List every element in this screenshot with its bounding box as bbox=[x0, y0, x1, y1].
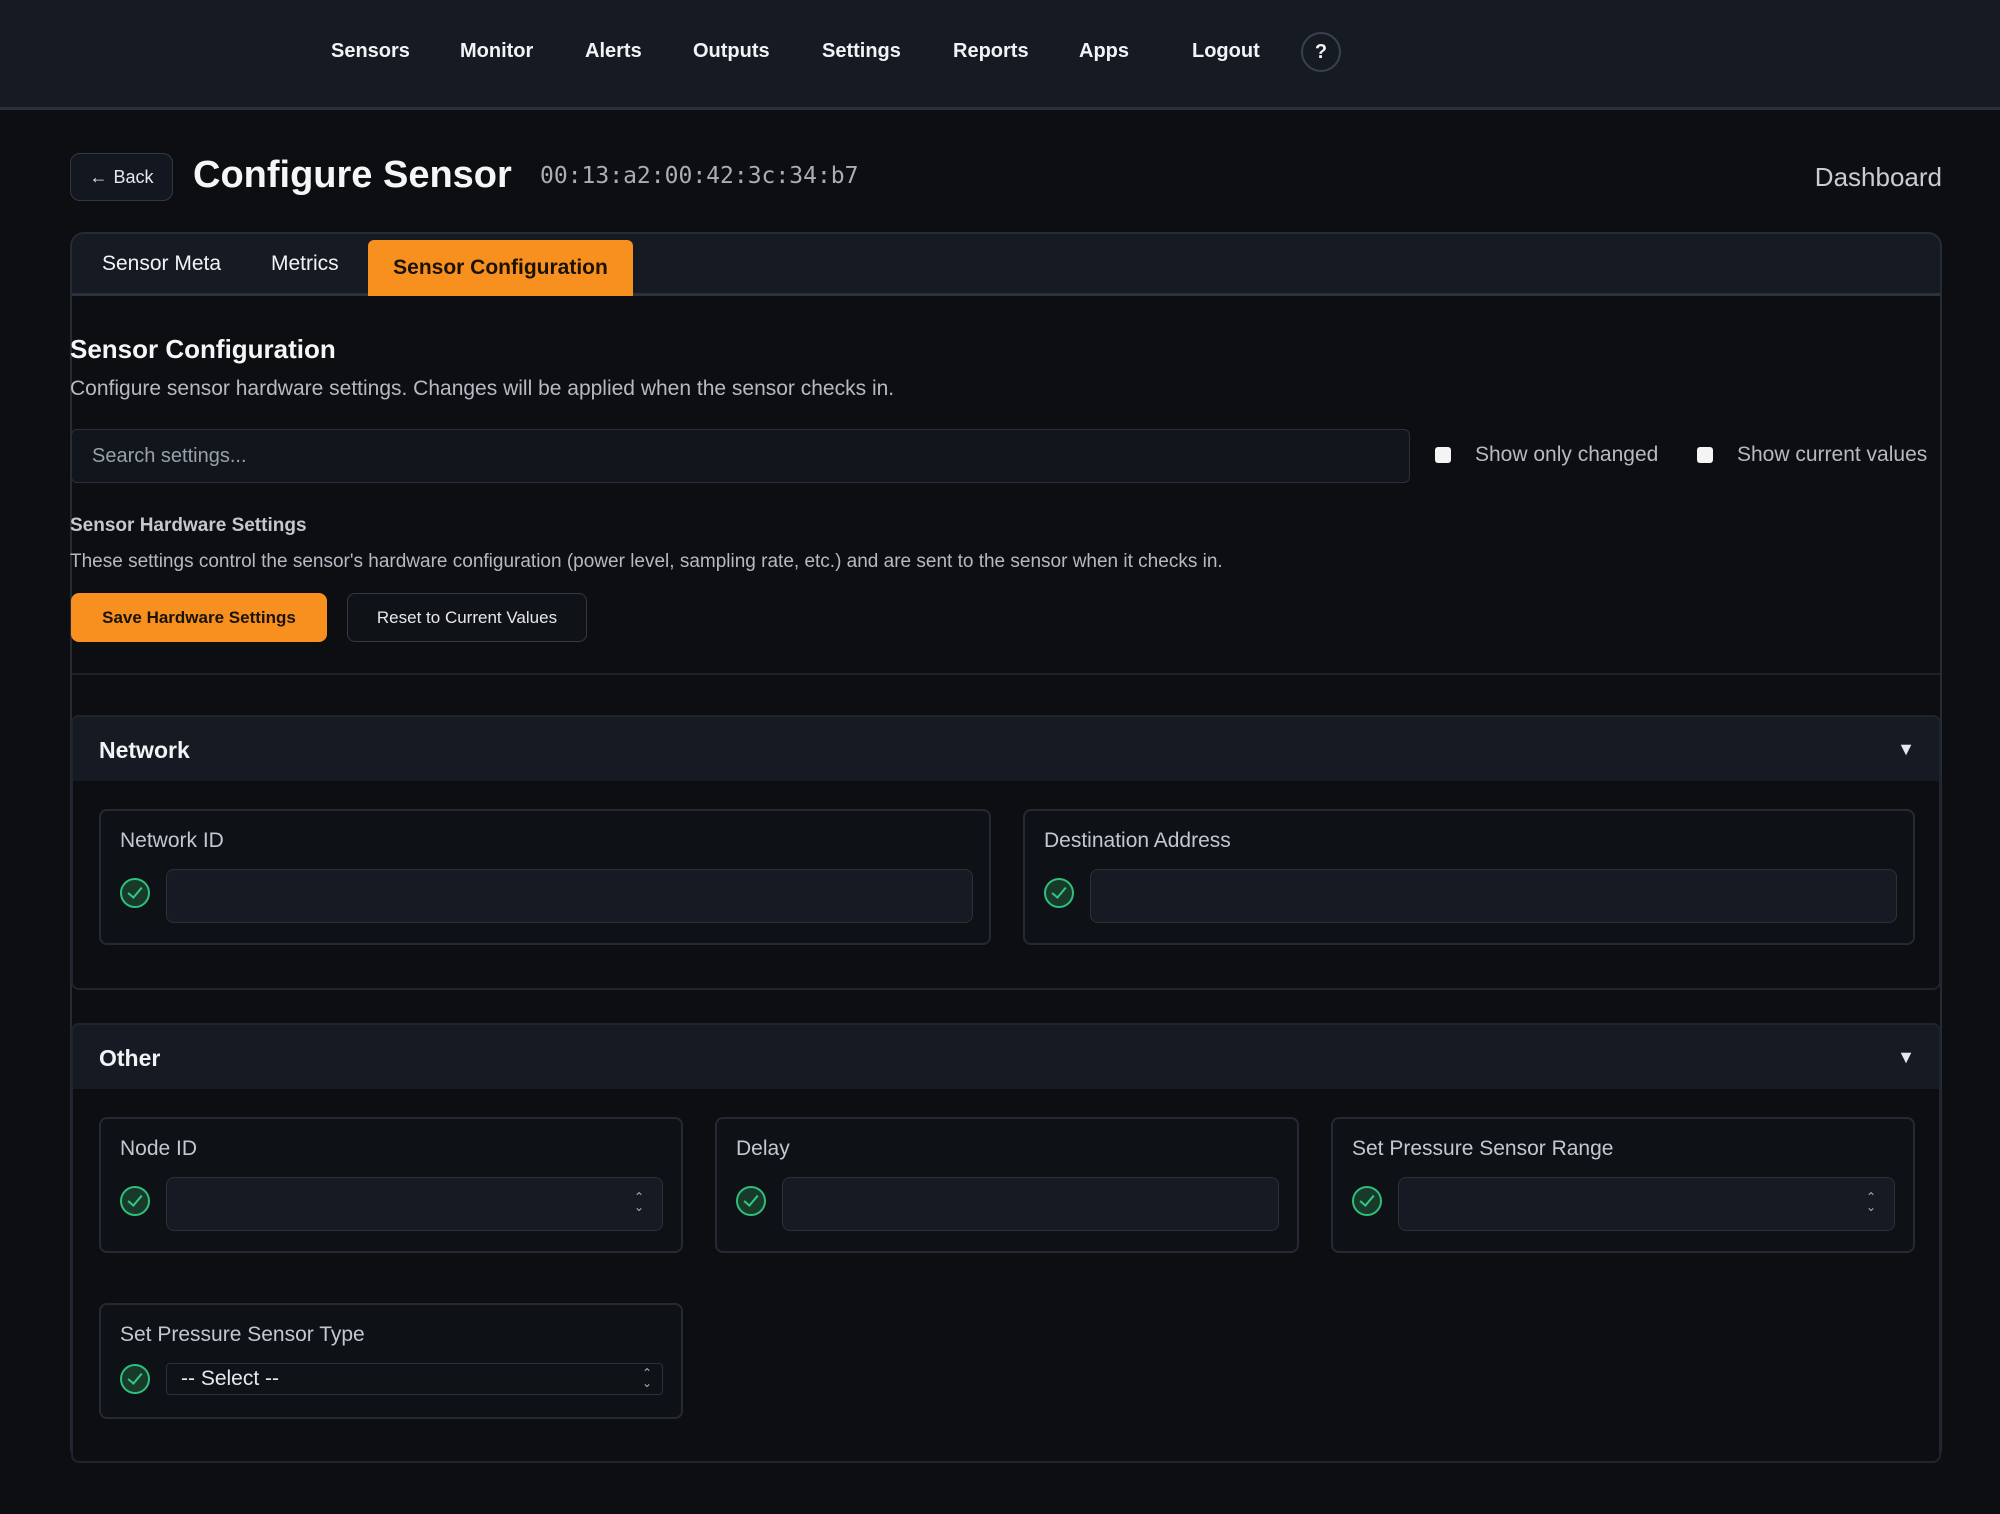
tab-sensor-meta[interactable]: Sensor Meta bbox=[102, 252, 221, 276]
check-circle-icon bbox=[120, 1186, 150, 1216]
back-label: Back bbox=[113, 166, 154, 187]
check-circle-icon bbox=[120, 1364, 150, 1394]
nav-reports[interactable]: Reports bbox=[953, 40, 1029, 63]
tab-sensor-configuration[interactable]: Sensor Configuration bbox=[368, 240, 633, 296]
group-title-other: Other bbox=[99, 1045, 161, 1071]
reset-to-current-values-button[interactable]: Reset to Current Values bbox=[347, 593, 587, 642]
caret-down-icon[interactable]: ▼ bbox=[1897, 739, 1915, 760]
pressure-sensor-type-select[interactable]: -- Select -- ⌃ ⌄ bbox=[166, 1363, 663, 1395]
select-value: -- Select -- bbox=[181, 1367, 280, 1390]
hardware-settings-title: Sensor Hardware Settings bbox=[70, 515, 307, 536]
field-set-pressure-sensor-range: Set Pressure Sensor Range ⌃ ⌄ bbox=[1331, 1117, 1915, 1253]
check-circle-icon bbox=[120, 878, 150, 908]
field-delay: Delay bbox=[715, 1117, 1299, 1253]
field-node-id: Node ID ⌃ ⌄ bbox=[99, 1117, 683, 1253]
section-description: Configure sensor hardware settings. Chan… bbox=[70, 377, 895, 400]
section-title: Sensor Configuration bbox=[70, 334, 336, 364]
group-header-other[interactable]: Other ▼ bbox=[73, 1025, 1939, 1089]
nav-outputs[interactable]: Outputs bbox=[693, 40, 770, 63]
hardware-settings-description: These settings control the sensor's hard… bbox=[70, 551, 1223, 572]
group-title-network: Network bbox=[99, 737, 190, 763]
stepper-icon[interactable]: ⌃ ⌄ bbox=[1866, 1191, 1876, 1216]
nav-monitor[interactable]: Monitor bbox=[460, 40, 533, 63]
nav-settings[interactable]: Settings bbox=[822, 40, 901, 63]
page-title: Configure Sensor bbox=[193, 154, 512, 196]
field-network-id: Network ID bbox=[99, 809, 991, 945]
tab-bar: Sensor Meta Metrics Sensor Configuration bbox=[72, 234, 1940, 296]
field-label: Destination Address bbox=[1044, 829, 1231, 852]
help-button[interactable]: ? bbox=[1301, 32, 1341, 72]
field-set-pressure-sensor-type: Set Pressure Sensor Type -- Select -- ⌃ ⌄ bbox=[99, 1303, 683, 1419]
sensor-mac-address: 00:13:a2:00:42:3c:34:b7 bbox=[540, 163, 859, 189]
select-chevron-icon: ⌃ ⌄ bbox=[642, 1366, 653, 1390]
nav-logout[interactable]: Logout bbox=[1192, 40, 1260, 63]
caret-down-icon[interactable]: ▼ bbox=[1897, 1047, 1915, 1068]
nav-alerts[interactable]: Alerts bbox=[585, 40, 642, 63]
destination-address-input[interactable] bbox=[1090, 869, 1897, 923]
group-other: Other ▼ Node ID ⌃ ⌄ Delay Set Pressure Se… bbox=[71, 1023, 1941, 1463]
field-label: Delay bbox=[736, 1137, 790, 1160]
search-input[interactable] bbox=[71, 429, 1410, 483]
top-nav: Sensors Monitor Alerts Outputs Settings … bbox=[0, 0, 2000, 110]
save-hardware-settings-button[interactable]: Save Hardware Settings bbox=[71, 593, 327, 642]
stepper-icon[interactable]: ⌃ ⌄ bbox=[634, 1191, 644, 1216]
check-circle-icon bbox=[1044, 878, 1074, 908]
back-button[interactable]: ← Back bbox=[70, 153, 173, 201]
network-id-input[interactable] bbox=[166, 869, 973, 923]
delay-input[interactable] bbox=[782, 1177, 1279, 1231]
nav-apps[interactable]: Apps bbox=[1079, 40, 1129, 63]
group-header-network[interactable]: Network ▼ bbox=[73, 717, 1939, 781]
show-current-values-label: Show current values bbox=[1737, 443, 1928, 466]
field-destination-address: Destination Address bbox=[1023, 809, 1915, 945]
check-circle-icon bbox=[1352, 1186, 1382, 1216]
check-circle-icon bbox=[736, 1186, 766, 1216]
dashboard-link[interactable]: Dashboard bbox=[1815, 162, 1942, 193]
field-label: Network ID bbox=[120, 829, 224, 852]
pressure-sensor-range-input[interactable]: ⌃ ⌄ bbox=[1398, 1177, 1895, 1231]
divider bbox=[72, 673, 1940, 675]
show-only-changed-label: Show only changed bbox=[1475, 443, 1659, 466]
field-label: Node ID bbox=[120, 1137, 198, 1160]
group-network: Network ▼ Network ID Destination Address bbox=[71, 715, 1941, 990]
node-id-input[interactable]: ⌃ ⌄ bbox=[166, 1177, 663, 1231]
field-label: Set Pressure Sensor Type bbox=[120, 1323, 365, 1346]
show-current-values-checkbox[interactable] bbox=[1697, 447, 1713, 463]
field-label: Set Pressure Sensor Range bbox=[1352, 1137, 1614, 1160]
nav-sensors[interactable]: Sensors bbox=[331, 40, 410, 63]
arrow-left-icon: ← bbox=[89, 166, 108, 187]
tab-metrics[interactable]: Metrics bbox=[271, 252, 339, 276]
show-only-changed-checkbox[interactable] bbox=[1435, 447, 1451, 463]
